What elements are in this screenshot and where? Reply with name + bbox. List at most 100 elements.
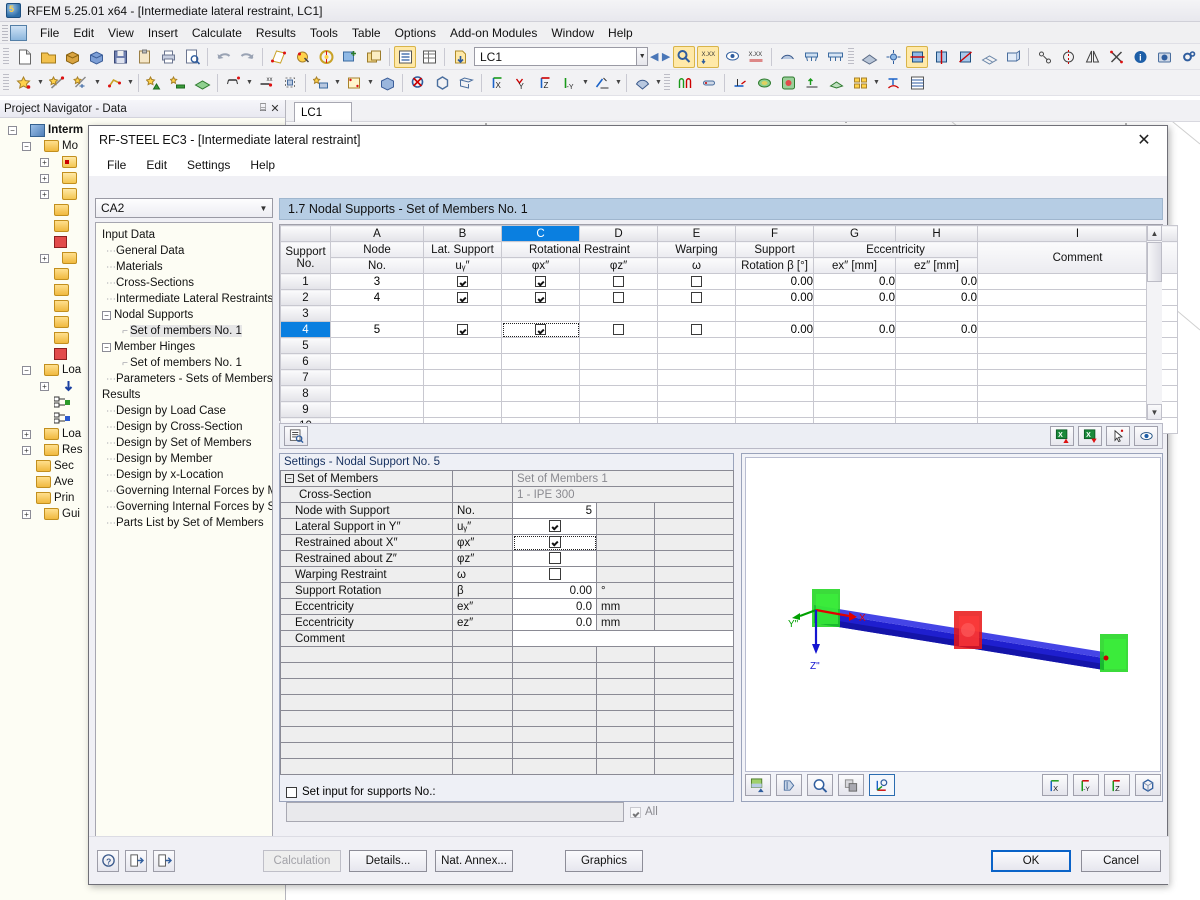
mesh-icon[interactable] (858, 46, 880, 68)
navigator-close-icon[interactable]: ✕ (269, 102, 281, 115)
dialog-close-icon[interactable]: ✕ (1127, 127, 1161, 153)
settings-gear-icon[interactable] (1177, 46, 1199, 68)
cell-phix[interactable] (501, 401, 580, 418)
cell-warping[interactable] (657, 305, 736, 322)
new-window-icon[interactable] (363, 46, 385, 68)
zoom-icon[interactable] (807, 774, 833, 796)
dialog-menu-help[interactable]: Help (240, 156, 285, 174)
settings-label-cross-section[interactable]: Cross-Section (280, 486, 453, 503)
settings-value-support-rotation[interactable]: 0.00 (512, 582, 597, 599)
new-line-dim-icon[interactable] (70, 72, 92, 94)
render-model-icon[interactable] (776, 46, 798, 68)
load-case-combo[interactable]: LC1 (474, 47, 637, 66)
cell-ez[interactable] (895, 337, 978, 354)
deformation-icon[interactable] (906, 45, 928, 68)
cell-node-no[interactable] (330, 369, 424, 386)
new-line-chevron-down-icon[interactable]: ▼ (93, 72, 102, 94)
prev-load-case-icon[interactable]: ◀ (648, 46, 660, 68)
col-letter-d[interactable]: D (579, 225, 658, 242)
cell-phiz[interactable] (579, 401, 658, 418)
deformation3-icon[interactable] (954, 46, 976, 68)
deformation2-icon[interactable] (930, 46, 952, 68)
tree-item-design-by-x-location[interactable]: ⋯ Design by x-Location (100, 467, 272, 483)
details-button[interactable]: Details... (349, 849, 427, 872)
table-grid-icon[interactable] (418, 46, 440, 68)
row-header[interactable]: 5 (280, 337, 331, 354)
cell-warping[interactable] (657, 353, 736, 370)
row-header-selected[interactable]: 4 (280, 321, 331, 338)
col-letter-a[interactable]: A (330, 225, 424, 242)
cell-ex[interactable] (813, 385, 896, 402)
nodal-support-chevron-down-icon[interactable]: ▼ (245, 72, 254, 94)
dialog-menu-edit[interactable]: Edit (136, 156, 177, 174)
rotate-view-icon[interactable] (315, 46, 337, 68)
scroll-thumb[interactable] (1147, 242, 1162, 282)
cell-phix[interactable] (501, 353, 580, 370)
surface-load-icon[interactable] (343, 72, 365, 94)
new-polyline-chevron-down-icon[interactable]: ▼ (126, 72, 135, 94)
cell-phix[interactable] (501, 385, 580, 402)
tree-item-results[interactable]: Results (100, 387, 272, 403)
cell-node-no[interactable] (330, 401, 424, 418)
export-up-icon[interactable]: X (1050, 426, 1074, 446)
expander-plus-icon[interactable]: + (40, 253, 49, 263)
supports-view2-icon[interactable] (824, 46, 846, 68)
cell-lat-support[interactable] (423, 273, 502, 290)
expander-plus-icon[interactable]: + (40, 173, 49, 183)
view-negy-icon[interactable]: -Y (1073, 774, 1099, 796)
expander-plus-icon[interactable]: + (22, 429, 31, 439)
expander-minus-icon[interactable]: − (8, 125, 17, 135)
tree-item-member-hinges-set-1[interactable]: ⌐ Set of members No. 1 (100, 355, 272, 371)
cell-ex[interactable]: 0.0 (813, 321, 896, 338)
cell-phiz[interactable] (579, 273, 658, 290)
visibility-icon[interactable] (1134, 426, 1158, 446)
tree-item-design-by-set-of-members[interactable]: ⋯ Design by Set of Members (100, 435, 272, 451)
expander-minus-icon[interactable]: − (22, 141, 31, 151)
expander-minus-icon[interactable]: − (102, 310, 111, 320)
checkbox-unchecked-icon[interactable] (613, 291, 624, 303)
tree-item-parameters-sets-of-members[interactable]: ⋯ Parameters - Sets of Members (100, 371, 272, 387)
new-surface-icon[interactable] (191, 72, 213, 94)
menu-addon-modules[interactable]: Add-on Modules (443, 24, 544, 42)
cell-phix[interactable] (501, 369, 580, 386)
nodal-supports-grid[interactable]: A B C D E F G H I Support No. Node Lat. … (279, 224, 1178, 434)
all-checkbox[interactable] (630, 806, 641, 818)
tree-item-nodal-supports-set-1[interactable]: ⌐ Set of members No. 1 (100, 323, 272, 339)
view-z-icon[interactable]: Z (534, 72, 556, 94)
cell-ex[interactable] (813, 369, 896, 386)
cell-warping[interactable] (657, 401, 736, 418)
cell-phiz[interactable] (579, 353, 658, 370)
settings-value-restrained-x[interactable] (512, 534, 597, 551)
cell-beta[interactable]: 0.00 (735, 321, 814, 338)
row-header[interactable]: 9 (280, 401, 331, 418)
new-file-icon[interactable] (13, 46, 35, 68)
iso-view-icon[interactable] (431, 72, 453, 94)
settings-label-comment[interactable]: Comment (280, 630, 453, 647)
tree-item-general-data[interactable]: ⋯ General Data (100, 243, 272, 259)
set-input-field[interactable] (286, 802, 624, 822)
view-z-icon[interactable]: Z (1104, 774, 1130, 796)
grid-surface-icon[interactable] (978, 46, 1000, 68)
checkbox-unchecked-icon[interactable] (691, 275, 702, 287)
cell-beta[interactable] (735, 401, 814, 418)
dialog-menu-settings[interactable]: Settings (177, 156, 240, 174)
checkbox-unchecked-icon[interactable] (613, 275, 624, 287)
menu-help[interactable]: Help (601, 24, 640, 42)
cell-node-no[interactable] (330, 337, 424, 354)
cell-ez[interactable] (895, 369, 978, 386)
row-header[interactable]: 8 (280, 385, 331, 402)
cell-phiz[interactable] (579, 385, 658, 402)
toolbar-grip[interactable] (3, 73, 9, 92)
row-header[interactable]: 2 (280, 289, 331, 306)
cell-node-no[interactable]: 5 (330, 321, 424, 338)
toolbar-grip[interactable] (3, 47, 9, 66)
pin-icon[interactable]: ⌸ (257, 102, 269, 115)
cell-warping[interactable] (657, 385, 736, 402)
graphics-button[interactable]: Graphics (565, 849, 643, 872)
result-bar-icon[interactable] (698, 72, 720, 94)
settings-value-node-no[interactable]: 5 (512, 502, 597, 519)
cell-ex[interactable] (813, 401, 896, 418)
new-load-icon[interactable] (310, 72, 332, 94)
expander-plus-icon[interactable]: + (40, 381, 49, 391)
cell-ez[interactable]: 0.0 (895, 273, 978, 290)
